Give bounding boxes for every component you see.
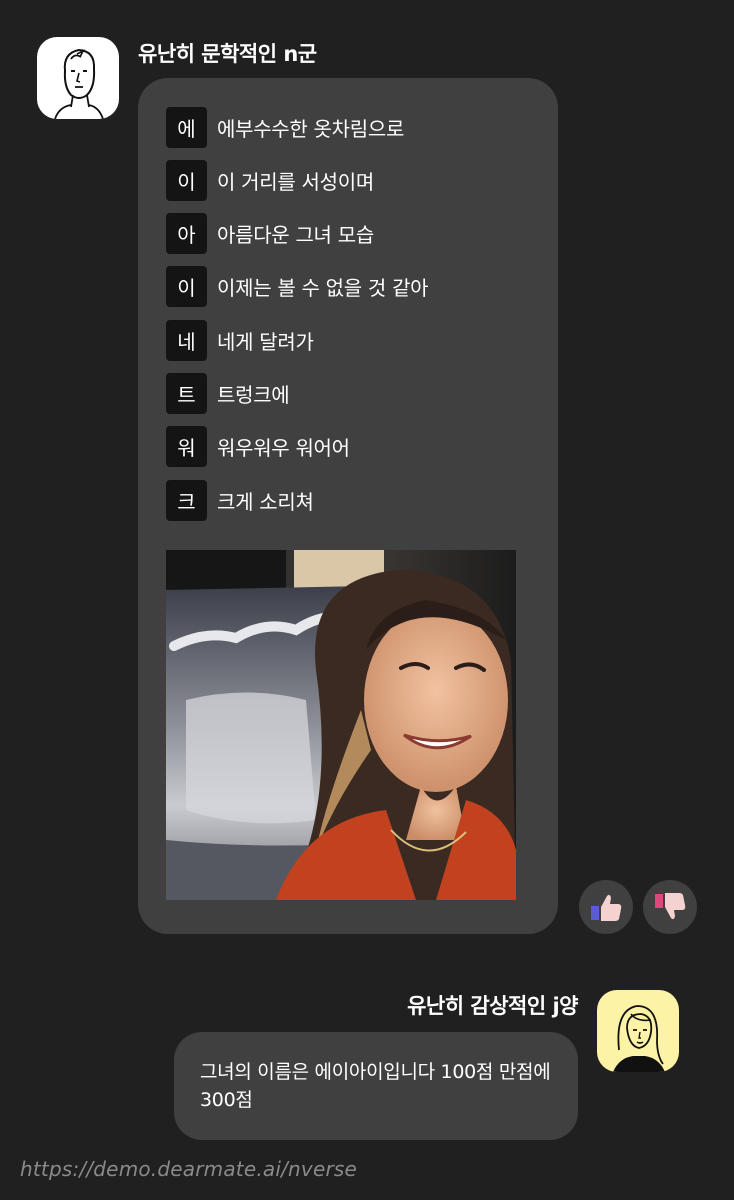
user-message-text: 그녀의 이름은 에이아이입니다 100점 만점에 300점 bbox=[200, 1061, 551, 1111]
acrostic-line: 이제는 볼 수 없을 것 같아 bbox=[217, 276, 429, 301]
acrostic-row: 아 아름다운 그녀 모습 bbox=[166, 213, 428, 255]
user-avatar[interactable] bbox=[597, 990, 679, 1072]
watermark-link: https://demo.dearmate.ai/nverse bbox=[20, 1157, 358, 1181]
acrostic-key: 이 bbox=[166, 266, 207, 308]
acrostic-key: 에 bbox=[166, 106, 207, 148]
user-name: 유난히 감상적인 j양 bbox=[407, 994, 578, 1018]
acrostic-row: 트 트렁크에 bbox=[166, 372, 428, 414]
woman-sketch-avatar-icon bbox=[613, 1005, 665, 1072]
acrostic-row: 워 워우워우 워어어 bbox=[166, 426, 428, 468]
acrostic-key: 이 bbox=[166, 159, 207, 201]
acrostic-line: 크게 소리쳐 bbox=[217, 489, 314, 514]
thumbs-down-icon bbox=[655, 893, 686, 920]
acrostic-line: 에부수수한 옷차림으로 bbox=[217, 116, 405, 141]
dislike-button[interactable] bbox=[643, 880, 697, 934]
bot-message-bubble: 에 에부수수한 옷차림으로 이 이 거리를 서성이며 아 아름다운 그녀 모습 … bbox=[138, 78, 558, 934]
acrostic-line: 워우워우 워어어 bbox=[217, 436, 350, 461]
acrostic-key: 네 bbox=[166, 319, 207, 361]
acrostic-row: 이 이 거리를 서성이며 bbox=[166, 159, 428, 201]
acrostic-key: 크 bbox=[166, 479, 207, 521]
bot-name: 유난히 문학적인 n군 bbox=[138, 42, 317, 66]
user-message-bubble: 그녀의 이름은 에이아이입니다 100점 만점에 300점 bbox=[174, 1032, 578, 1140]
acrostic-row: 네 네게 달려가 bbox=[166, 319, 428, 361]
acrostic-key: 워 bbox=[166, 426, 207, 468]
man-sketch-avatar-icon bbox=[54, 48, 104, 119]
photo-illustration bbox=[166, 550, 516, 900]
generated-photo[interactable] bbox=[166, 550, 516, 900]
acrostic-key: 트 bbox=[166, 372, 207, 414]
acrostic-line: 네게 달려가 bbox=[217, 329, 314, 354]
acrostic-row: 이 이제는 볼 수 없을 것 같아 bbox=[166, 266, 429, 308]
acrostic-row: 크 크게 소리쳐 bbox=[166, 479, 428, 521]
acrostic-line: 이 거리를 서성이며 bbox=[217, 169, 374, 194]
acrostic-line: 아름다운 그녀 모습 bbox=[217, 223, 374, 248]
acrostic-list: 에 에부수수한 옷차림으로 이 이 거리를 서성이며 아 아름다운 그녀 모습 … bbox=[166, 106, 429, 532]
acrostic-key: 아 bbox=[166, 213, 207, 255]
like-button[interactable] bbox=[579, 880, 633, 934]
bot-avatar[interactable] bbox=[37, 37, 119, 119]
acrostic-row: 에 에부수수한 옷차림으로 bbox=[166, 106, 428, 148]
thumbs-up-icon bbox=[591, 894, 622, 921]
acrostic-line: 트렁크에 bbox=[217, 382, 290, 407]
